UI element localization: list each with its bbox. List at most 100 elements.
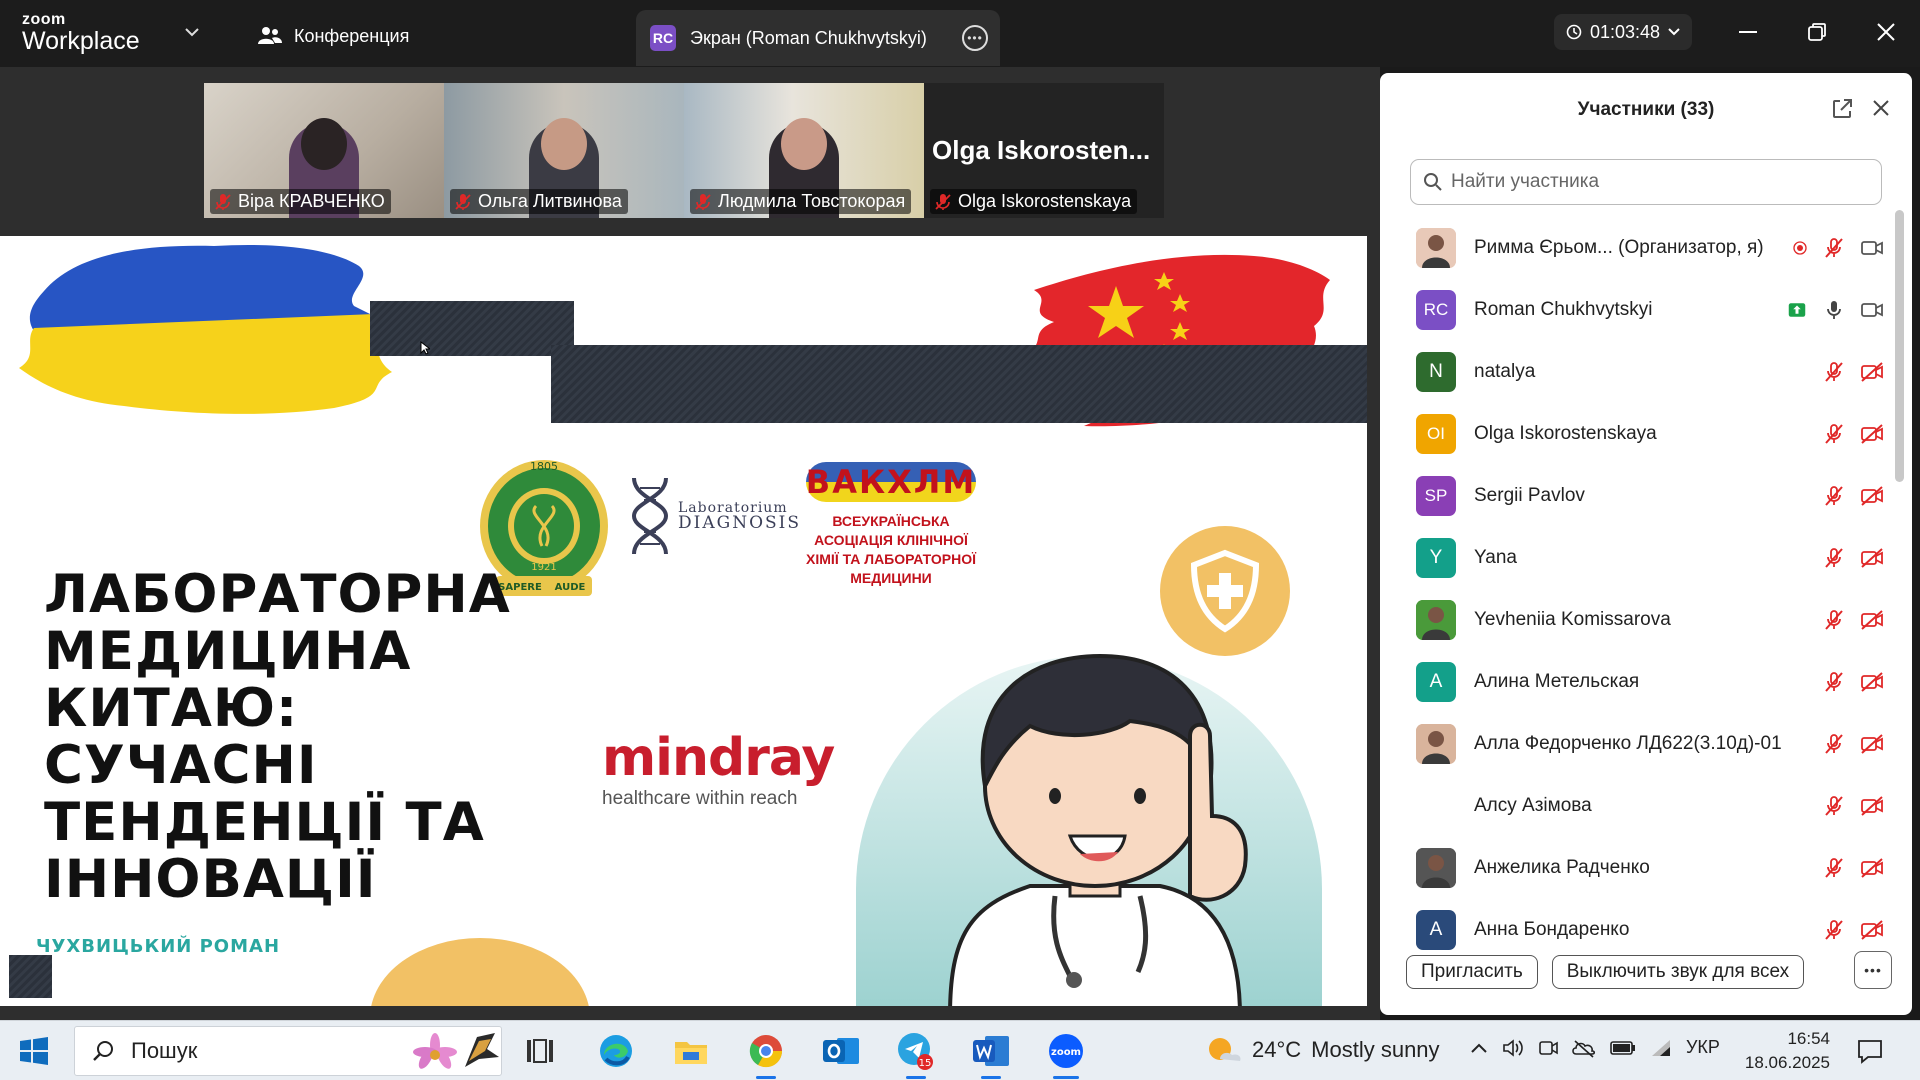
taskbar-edge[interactable] — [596, 1031, 636, 1071]
redacted-block — [551, 345, 1367, 423]
meet-now-icon[interactable] — [1538, 1038, 1558, 1058]
mic-muted-icon[interactable] — [1822, 794, 1846, 818]
participant-row[interactable]: Алсу Азімова — [1380, 775, 1894, 837]
participant-name: Алла Федорченко ЛД622(3.10д)-01 — [1474, 733, 1782, 754]
video-off-icon[interactable] — [1860, 856, 1884, 880]
more-options-button[interactable]: ••• — [1854, 951, 1892, 989]
video-off-icon[interactable] — [1860, 422, 1884, 446]
popout-button[interactable] — [1830, 97, 1856, 123]
minimize-button[interactable] — [1728, 14, 1768, 50]
video-off-icon[interactable] — [1860, 732, 1884, 756]
task-view-button[interactable] — [520, 1031, 560, 1071]
chevron-up-icon[interactable] — [1470, 1042, 1488, 1054]
close-button[interactable] — [1866, 14, 1906, 50]
lab-logo-line2: DIAGNOSIS — [678, 512, 802, 533]
chevron-down-icon — [1668, 28, 1680, 36]
video-off-icon[interactable] — [1860, 794, 1884, 818]
participant-row[interactable]: OI Olga Iskorostenskaya — [1380, 403, 1894, 465]
volume-icon[interactable] — [1502, 1038, 1524, 1058]
vakhlm-subtitle: ВСЕУКРАЇНСЬКА АСОЦІАЦІЯ КЛІНІЧНОЇ ХІМІЇ … — [806, 513, 976, 586]
title-bar: zoom Workplace Конференция RC Экран (Rom… — [0, 0, 1920, 67]
avatar — [1416, 600, 1456, 640]
more-options-icon[interactable]: ••• — [962, 25, 988, 51]
windows-start-icon[interactable] — [20, 1037, 48, 1065]
taskbar-search[interactable]: Пошук — [74, 1026, 502, 1076]
participant-search[interactable] — [1410, 159, 1882, 205]
avatar — [1416, 724, 1456, 764]
windows-taskbar: Пошук 15 zoom 24°C Mostly sunny УКР 16:5… — [0, 1020, 1920, 1080]
video-off-icon[interactable] — [1860, 484, 1884, 508]
clock-icon — [1566, 24, 1582, 40]
weather-widget[interactable]: 24°C Mostly sunny — [1206, 1035, 1440, 1065]
taskbar-file-explorer[interactable] — [671, 1031, 711, 1071]
video-tile[interactable]: Віра КРАВЧЕНКО — [204, 83, 444, 218]
video-off-icon[interactable] — [1860, 608, 1884, 632]
language-indicator[interactable]: УКР — [1686, 1037, 1720, 1058]
tab-conference[interactable]: Конференция — [258, 22, 409, 50]
close-panel-button[interactable] — [1868, 95, 1894, 121]
video-name-label: Людмила Товстокорая — [690, 189, 912, 214]
battery-icon[interactable] — [1610, 1040, 1636, 1056]
mic-icon[interactable] — [1822, 298, 1846, 322]
participant-status-icons — [1822, 546, 1884, 570]
participant-row[interactable]: SP Sergii Pavlov — [1380, 465, 1894, 527]
mic-muted-icon[interactable] — [1822, 422, 1846, 446]
mic-muted-icon[interactable] — [1822, 918, 1846, 942]
participant-row[interactable]: Yevheniia Komissarova — [1380, 589, 1894, 651]
mic-muted-icon[interactable] — [1822, 360, 1846, 384]
participant-list: Римма Єрьом... (Организатор, я) RC Roman C… — [1380, 217, 1894, 1007]
participant-row[interactable]: A Алина Метельская — [1380, 651, 1894, 713]
mic-muted-icon[interactable] — [1822, 670, 1846, 694]
mic-muted-icon[interactable] — [1822, 484, 1846, 508]
mic-muted-icon[interactable] — [1822, 732, 1846, 756]
taskbar-telegram[interactable]: 15 — [896, 1031, 936, 1079]
participant-row[interactable]: RC Roman Chukhvytskyi — [1380, 279, 1894, 341]
participant-status-icons — [1822, 918, 1884, 942]
participant-row[interactable]: Y Yana — [1380, 527, 1894, 589]
participant-row[interactable]: Анжелика Радченко — [1380, 837, 1894, 899]
wifi-icon[interactable] — [1650, 1038, 1672, 1058]
video-tile[interactable]: Ольга Литвинова — [444, 83, 684, 218]
search-input[interactable] — [1451, 171, 1871, 193]
video-camera-icon[interactable] — [1860, 236, 1884, 260]
taskbar-word[interactable] — [971, 1031, 1011, 1079]
participant-name: Алина Метельская — [1474, 671, 1640, 692]
mic-muted-icon[interactable] — [1822, 608, 1846, 632]
search-icon — [1424, 173, 1442, 191]
outlook-icon — [823, 1038, 859, 1064]
avatar: SP — [1416, 476, 1456, 516]
taskbar-outlook[interactable] — [821, 1031, 861, 1071]
mindray-tagline: healthcare within reach — [602, 788, 798, 809]
participant-status-icons — [1792, 236, 1884, 260]
restore-button[interactable] — [1797, 14, 1837, 50]
tab-screen-share[interactable]: RC Экран (Roman Chukhvytskyi) ••• — [636, 10, 1000, 66]
active-indicator — [1053, 1076, 1079, 1079]
participant-name: Yevheniia Komissarova — [1474, 609, 1671, 630]
video-off-icon[interactable] — [1860, 918, 1884, 942]
video-off-icon[interactable] — [1860, 546, 1884, 570]
taskbar-zoom[interactable]: zoom — [1046, 1031, 1086, 1079]
close-icon — [1877, 23, 1895, 41]
video-camera-icon[interactable] — [1860, 298, 1884, 322]
mic-muted-icon[interactable] — [1822, 856, 1846, 880]
participant-row[interactable]: A Анна Бондаренко — [1380, 899, 1894, 961]
meeting-timer[interactable]: 01:03:48 — [1554, 14, 1692, 50]
chevron-down-icon[interactable] — [184, 24, 200, 40]
taskbar-chrome[interactable] — [746, 1031, 786, 1079]
system-clock[interactable]: 16:54 18.06.2025 — [1740, 1027, 1830, 1075]
video-off-icon[interactable] — [1860, 360, 1884, 384]
invite-button[interactable]: Пригласить — [1406, 955, 1538, 989]
video-tile[interactable]: Olga Iskorosten... Olga Iskorostenskaya — [924, 83, 1164, 218]
mute-all-button[interactable]: Выключить звук для всех — [1551, 955, 1805, 989]
notifications-icon[interactable] — [1856, 1037, 1884, 1065]
mic-muted-icon[interactable] — [1822, 546, 1846, 570]
panel-scrollbar[interactable] — [1895, 210, 1904, 482]
video-off-icon[interactable] — [1860, 670, 1884, 694]
participant-row[interactable]: Алла Федорченко ЛД622(3.10д)-01 — [1380, 713, 1894, 775]
mic-muted-icon[interactable] — [1822, 236, 1846, 260]
participant-row[interactable]: Nnatalya — [1380, 341, 1894, 403]
participant-row[interactable]: Римма Єрьом... (Организатор, я) — [1380, 217, 1894, 279]
onedrive-off-icon[interactable] — [1572, 1038, 1596, 1058]
avatar: RC — [650, 25, 676, 51]
video-tile[interactable]: Людмила Товстокорая — [684, 83, 924, 218]
